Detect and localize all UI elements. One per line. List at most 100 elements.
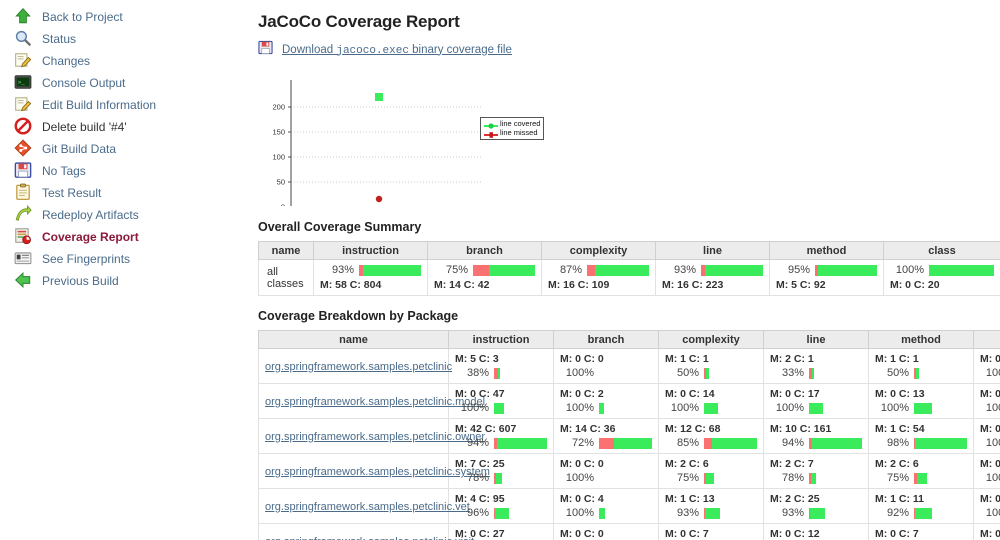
package-metric-cell: M: 0 C: 0 100% <box>553 453 659 489</box>
terminal-icon: >_ <box>14 73 34 93</box>
sidebar-item-changes[interactable]: Changes <box>14 50 248 72</box>
bar-covered-segment <box>495 507 509 519</box>
missed-count: M: 0 <box>770 528 791 540</box>
covered-count: C: 109 <box>577 279 610 291</box>
missed-count: M: 42 <box>455 423 482 435</box>
table-row: org.springframework.samples.petclinic.ve… <box>258 488 1000 524</box>
covered-count: C: 7 <box>793 458 814 470</box>
coverage-bar-row: 93% <box>662 264 763 276</box>
missed-covered-counts: M: 0 C: 17 <box>770 388 862 400</box>
package-link[interactable]: org.springframework.samples.petclinic.vi… <box>265 536 474 540</box>
missed-covered-counts: M: 1 C: 1 <box>875 353 967 365</box>
coverage-percent: 95% <box>787 264 810 276</box>
download-exec-link[interactable]: Download jacoco.exec binary coverage fil… <box>258 40 1000 60</box>
main-content: JaCoCo Coverage Report Download jacoco.e… <box>258 0 1000 540</box>
missed-covered-counts: M: 0 C: 20 <box>890 279 994 291</box>
sidebar-item-coverage-report[interactable]: Coverage Report <box>14 226 248 248</box>
coverage-bar-row: 92% <box>875 507 967 519</box>
sidebar-item-label: Console Output <box>42 76 126 90</box>
missed-count: M: 2 <box>770 458 791 470</box>
missed-count: M: 58 <box>320 279 347 291</box>
package-metric-cell: M: 0 C: 3 100% <box>973 488 1000 524</box>
covered-count: C: 13 <box>898 388 925 400</box>
coverage-bar-row: 100% <box>560 472 652 484</box>
table-row: org.springframework.samples.petclinic.sy… <box>258 453 1000 489</box>
package-name-cell: org.springframework.samples.petclinic.vi… <box>258 523 474 540</box>
missed-count: M: 10 <box>770 423 797 435</box>
missed-covered-counts: M: 0 C: 7 <box>875 528 967 540</box>
sidebar-item-label: Status <box>42 32 77 46</box>
missed-covered-counts: M: 7 C: 25 <box>455 458 547 470</box>
sidebar-item-test-result[interactable]: Test Result <box>14 182 248 204</box>
coverage-bar-row: 72% <box>560 437 652 449</box>
missed-count: M: 0 <box>560 528 581 540</box>
bar-covered-segment <box>810 507 825 519</box>
point-line-covered <box>375 93 383 101</box>
missed-count: M: 0 <box>665 528 686 540</box>
package-name-cell: org.springframework.samples.petclinic.sy… <box>258 453 490 489</box>
package-link[interactable]: org.springframework.samples.petclinic <box>265 361 452 373</box>
chart-gridlines <box>291 106 483 183</box>
coverage-bar <box>914 472 927 484</box>
coverage-bar-row: 50% <box>875 367 967 379</box>
sidebar-item-console-output[interactable]: >_ Console Output <box>14 72 248 94</box>
coverage-bar <box>914 507 932 519</box>
coverage-bar-row: 100% <box>770 402 862 414</box>
ytick-100: 100 <box>272 153 285 162</box>
chart-legend: line covered line missed <box>480 117 545 141</box>
package-metric-cell: M: 0 C: 4 100% <box>553 488 659 524</box>
coverage-bar <box>587 264 649 276</box>
package-metric-cell: M: 0 C: 7100% <box>868 523 974 540</box>
coverage-bar-row: 94% <box>455 437 547 449</box>
chart-axes <box>288 80 292 206</box>
coverage-bar-row: 95% <box>776 264 877 276</box>
sidebar-item-git-build-data[interactable]: Git Build Data <box>14 138 248 160</box>
covered-count: C: 54 <box>898 423 925 435</box>
package-link[interactable]: org.springframework.samples.petclinic.ve… <box>265 501 470 513</box>
package-metric-cell: M: 1 C: 54 98% <box>868 418 974 454</box>
missed-covered-counts: M: 0 C: 12 <box>770 528 862 540</box>
sidebar-item-see-fingerprints[interactable]: See Fingerprints <box>14 248 248 270</box>
ytick-0: 0 <box>281 203 285 207</box>
coverage-percent: 75% <box>445 264 468 276</box>
coverage-bar <box>815 264 877 276</box>
sidebar-item-no-tags[interactable]: No Tags <box>14 160 248 182</box>
coverage-percent: 94% <box>466 437 489 449</box>
overall-summary-heading: Overall Coverage Summary <box>258 220 422 234</box>
overall-table-header-row: name instruction branch complexity line metho… <box>258 241 1000 260</box>
overall-metric-cell: 75% M: 14 C: 42 <box>427 259 542 296</box>
sidebar-item-label: See Fingerprints <box>42 252 131 266</box>
coverage-bar-row: 100% <box>455 402 547 414</box>
sidebar-item-previous-build[interactable]: Previous Build <box>14 270 248 292</box>
package-metric-cell: M: 14 C: 36 72% <box>553 418 659 454</box>
coverage-percent: 100% <box>670 402 699 414</box>
missed-count: M: 0 <box>875 528 896 540</box>
package-name-cell: org.springframework.samples.petclinic <box>258 348 452 384</box>
package-link[interactable]: org.springframework.samples.petclinic.mo… <box>265 396 485 408</box>
sidebar-item-status[interactable]: Status <box>14 28 248 50</box>
coverage-percent: 75% <box>886 472 909 484</box>
missed-count: M: 1 <box>665 353 686 365</box>
coverage-percent: 100% <box>895 264 924 276</box>
package-metric-cell: M: 0 C: 1 100% <box>973 348 1000 384</box>
sidebar-item-redeploy-artifacts[interactable]: Redeploy Artifacts <box>14 204 248 226</box>
sidebar-item-back-to-project[interactable]: Back to Project <box>14 6 248 28</box>
bar-missed-segment <box>473 264 489 276</box>
bar-covered-segment <box>494 402 504 414</box>
covered-count: C: 0 <box>583 353 604 365</box>
package-link[interactable]: org.springframework.samples.petclinic.ow… <box>265 431 485 443</box>
missed-covered-counts: M: 5 C: 92 <box>776 279 877 291</box>
package-table-body: org.springframework.samples.petclinic M: … <box>258 348 1000 540</box>
coverage-percent: 85% <box>676 437 699 449</box>
sidebar-item-delete-build-4[interactable]: Delete build '#4' <box>14 116 248 138</box>
covered-count: C: 1 <box>793 353 814 365</box>
sidebar-item-edit-build-information[interactable]: Edit Build Information <box>14 94 248 116</box>
coverage-percent: 38% <box>466 367 489 379</box>
bar-covered-segment <box>705 264 763 276</box>
bar-covered-segment <box>812 367 814 379</box>
ytick-150: 150 <box>272 128 285 137</box>
coverage-bar <box>914 367 919 379</box>
covered-count: C: 14 <box>688 388 715 400</box>
magnifier-icon <box>14 29 34 49</box>
covered-count: C: 607 <box>484 423 517 435</box>
